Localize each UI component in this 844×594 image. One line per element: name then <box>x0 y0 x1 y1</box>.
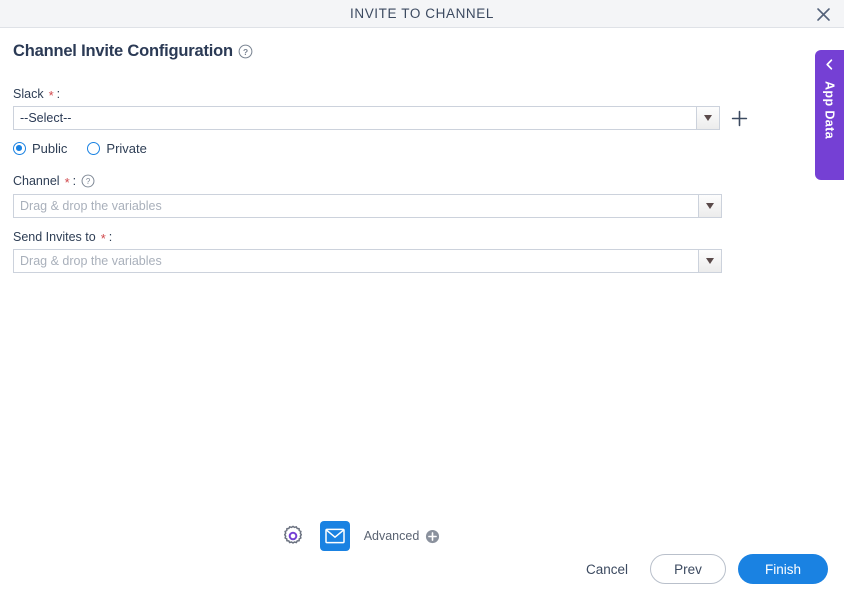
channel-input-row <box>13 194 722 218</box>
radio-public[interactable]: Public <box>13 141 67 156</box>
caret-down-icon[interactable] <box>698 249 722 273</box>
cancel-button[interactable]: Cancel <box>576 556 638 583</box>
plus-circle-icon[interactable] <box>425 529 440 544</box>
send-invites-to-label: Send Invites to * : <box>13 230 113 246</box>
close-icon[interactable] <box>810 2 836 26</box>
channel-label: Channel * : ? <box>13 174 95 190</box>
radio-private-mark <box>87 142 101 155</box>
caret-down-icon[interactable] <box>698 194 722 218</box>
slack-label-colon: : <box>56 87 61 101</box>
visibility-radio-group: Public Private <box>13 141 167 156</box>
plus-icon[interactable] <box>730 109 748 127</box>
send-invites-to-label-text: Send Invites to <box>13 230 96 244</box>
radio-private[interactable]: Private <box>87 141 147 156</box>
slack-label: Slack * : <box>13 87 61 103</box>
send-invites-to-label-colon: : <box>108 230 113 244</box>
slack-select-input[interactable] <box>13 106 696 130</box>
slack-label-text: Slack <box>13 87 44 101</box>
send-invites-to-input-row <box>13 249 722 273</box>
advanced-label: Advanced <box>363 529 420 543</box>
help-circle-icon[interactable]: ? <box>81 174 95 188</box>
chevron-left-icon <box>823 58 836 71</box>
help-circle-icon[interactable]: ? <box>238 44 253 59</box>
dialog-actions: Cancel Prev Finish <box>576 554 828 584</box>
footer-toolbar: Advanced <box>0 514 720 558</box>
window-titlebar: INVITE TO CHANNEL <box>0 0 844 28</box>
advanced-toggle[interactable]: Advanced <box>364 529 441 544</box>
slack-select-row <box>13 106 720 130</box>
radio-public-label: Public <box>32 141 68 156</box>
window-title: INVITE TO CHANNEL <box>350 6 494 21</box>
channel-input[interactable] <box>13 194 698 218</box>
finish-button[interactable]: Finish <box>738 554 828 584</box>
app-data-side-tab[interactable]: App Data <box>815 50 844 180</box>
send-invites-to-required-mark: * <box>100 230 106 246</box>
radio-public-mark <box>13 142 26 155</box>
envelope-icon[interactable] <box>319 521 350 551</box>
svg-text:?: ? <box>86 177 91 186</box>
channel-label-colon: : <box>72 174 77 188</box>
channel-required-mark: * <box>64 174 70 190</box>
gear-icon[interactable] <box>280 523 306 549</box>
send-invites-to-input[interactable] <box>13 249 698 273</box>
caret-down-icon[interactable] <box>696 106 720 130</box>
slack-required-mark: * <box>48 87 54 103</box>
page-title-text: Channel Invite Configuration <box>13 42 233 60</box>
channel-label-text: Channel <box>13 174 60 188</box>
dialog-body: Channel Invite Configuration ? Slack * :… <box>0 28 844 594</box>
svg-text:?: ? <box>243 47 248 57</box>
page-title: Channel Invite Configuration ? <box>13 42 253 61</box>
prev-button[interactable]: Prev <box>650 554 726 584</box>
app-data-label: App Data <box>822 81 837 140</box>
radio-private-label: Private <box>106 141 147 156</box>
